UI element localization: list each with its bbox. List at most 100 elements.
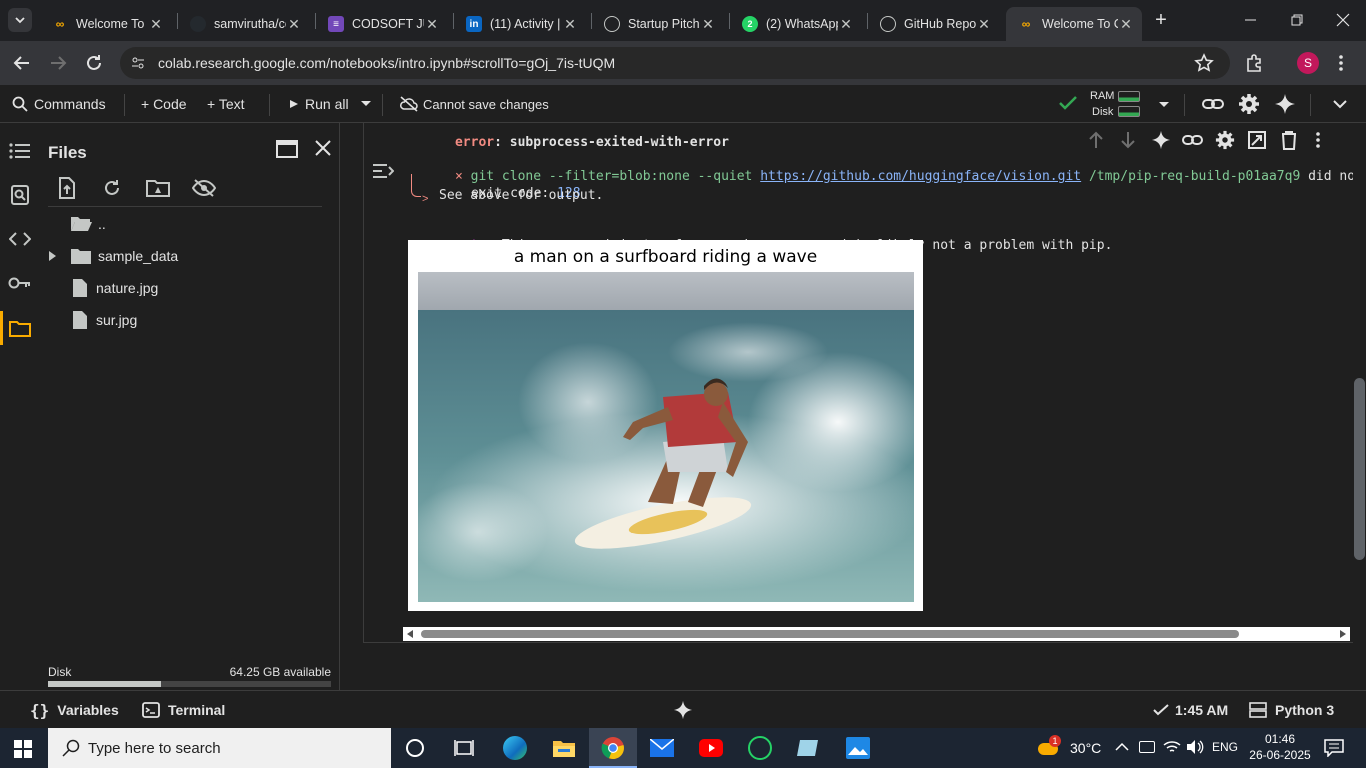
extensions-button[interactable] bbox=[1244, 53, 1264, 73]
action-center-button[interactable] bbox=[1324, 739, 1344, 757]
run-all-dropdown[interactable] bbox=[360, 85, 372, 123]
output-horizontal-scrollbar[interactable] bbox=[403, 627, 1350, 641]
browser-tab[interactable]: ∞ Welcome To Colab ✕ bbox=[40, 7, 172, 41]
volume-icon[interactable] bbox=[1186, 739, 1204, 755]
collapse-header-button[interactable] bbox=[1332, 99, 1348, 109]
link-icon[interactable] bbox=[1182, 132, 1204, 148]
browser-tab[interactable]: ≡ CODSOFT JUNE ✕ bbox=[316, 7, 448, 41]
edge-taskbar-icon[interactable] bbox=[503, 736, 527, 760]
upload-file-button[interactable] bbox=[58, 177, 76, 199]
variables-button[interactable]: {} Variables bbox=[30, 691, 119, 729]
close-icon[interactable]: ✕ bbox=[1118, 16, 1134, 32]
output-actions-button[interactable] bbox=[372, 161, 394, 181]
new-tab-button[interactable]: + bbox=[1150, 10, 1172, 32]
share-link-button[interactable] bbox=[1201, 94, 1225, 114]
gemini-button[interactable] bbox=[1274, 93, 1296, 115]
runtime-type-button[interactable]: Python 3 bbox=[1249, 691, 1334, 729]
mount-drive-button[interactable] bbox=[146, 178, 170, 198]
gear-icon[interactable] bbox=[1215, 130, 1235, 150]
minimize-button[interactable] bbox=[1240, 10, 1262, 30]
tab-search-button[interactable] bbox=[8, 8, 32, 32]
close-icon[interactable]: ✕ bbox=[148, 16, 164, 32]
chrome-taskbar-icon-active[interactable] bbox=[589, 728, 637, 768]
file-item-folder[interactable]: sample_data bbox=[48, 245, 178, 267]
whatsapp-taskbar-icon[interactable] bbox=[748, 736, 772, 760]
bookmark-star-button[interactable] bbox=[1194, 53, 1214, 73]
move-up-icon[interactable] bbox=[1088, 131, 1104, 149]
resource-monitor[interactable]: RAM Disk bbox=[1090, 89, 1140, 119]
code-cell[interactable]: error: subprocess-exited-with-error × gi… bbox=[363, 123, 1353, 643]
browser-tab[interactable]: in (11) Activity | LinkedIn ✕ bbox=[454, 7, 586, 41]
close-icon[interactable]: ✕ bbox=[838, 16, 854, 32]
close-icon[interactable]: ✕ bbox=[424, 16, 440, 32]
open-in-tab-button[interactable] bbox=[276, 140, 298, 158]
cannot-save-indicator[interactable]: Cannot save changes bbox=[399, 85, 549, 123]
scrollbar-thumb[interactable] bbox=[421, 630, 1239, 638]
app-taskbar-icon[interactable] bbox=[797, 738, 821, 758]
code-snippets-button[interactable] bbox=[8, 227, 32, 251]
url-field[interactable]: colab.research.google.com/notebooks/intr… bbox=[120, 47, 1230, 79]
move-down-icon[interactable] bbox=[1120, 131, 1136, 149]
scrollbar-thumb[interactable] bbox=[1354, 378, 1365, 560]
close-icon[interactable]: ✕ bbox=[700, 16, 716, 32]
file-item-parent[interactable]: .. bbox=[70, 213, 106, 235]
photos-taskbar-icon[interactable] bbox=[846, 737, 870, 759]
scroll-left-icon[interactable] bbox=[406, 630, 414, 638]
site-info-icon[interactable] bbox=[130, 55, 146, 71]
show-hidden-icons-button[interactable] bbox=[1115, 742, 1129, 752]
browser-tab[interactable]: GitHub Repo ✕ bbox=[868, 7, 1000, 41]
terminal-button[interactable]: Terminal bbox=[142, 691, 225, 729]
browser-tab[interactable]: Startup Pitch ✕ bbox=[592, 7, 724, 41]
profile-avatar[interactable]: S bbox=[1297, 52, 1319, 74]
restore-button[interactable] bbox=[1286, 10, 1308, 30]
files-button[interactable] bbox=[8, 316, 32, 340]
browser-tab[interactable]: samvirutha/codsoft ✕ bbox=[178, 7, 310, 41]
close-icon[interactable]: ✕ bbox=[562, 16, 578, 32]
browser-menu-button[interactable] bbox=[1338, 53, 1344, 73]
scroll-right-icon[interactable] bbox=[1339, 630, 1347, 638]
commands-button[interactable]: Commands bbox=[12, 85, 106, 123]
runtime-dropdown[interactable] bbox=[1158, 101, 1170, 109]
add-text-cell-button[interactable]: + Text bbox=[207, 85, 245, 123]
mail-taskbar-icon[interactable] bbox=[650, 739, 674, 757]
cortana-button[interactable] bbox=[406, 739, 424, 757]
add-code-cell-button[interactable]: + Code bbox=[141, 85, 187, 123]
weather-widget[interactable]: 1 30°C bbox=[1038, 734, 1101, 762]
sparkle-icon[interactable] bbox=[1151, 130, 1171, 150]
mirror-cell-icon[interactable] bbox=[1247, 130, 1267, 150]
find-button[interactable] bbox=[8, 183, 32, 207]
kebab-menu-icon[interactable] bbox=[1315, 130, 1321, 150]
close-panel-button[interactable] bbox=[314, 139, 332, 157]
git-url-link[interactable]: https://github.com/huggingface/vision.gi… bbox=[760, 169, 1081, 184]
wifi-icon[interactable] bbox=[1163, 739, 1181, 755]
taskbar-search-box[interactable]: Type here to search bbox=[48, 728, 391, 768]
refresh-files-button[interactable] bbox=[102, 178, 122, 198]
language-indicator[interactable]: ENG bbox=[1212, 740, 1238, 754]
puzzle-icon bbox=[1247, 54, 1261, 72]
task-view-button[interactable] bbox=[454, 739, 474, 757]
back-button[interactable] bbox=[10, 51, 34, 75]
file-explorer-taskbar-icon[interactable] bbox=[552, 738, 576, 758]
notebook-vertical-scrollbar[interactable] bbox=[1353, 123, 1366, 690]
clock[interactable]: 01:46 26-06-2025 bbox=[1246, 731, 1314, 763]
delete-icon[interactable] bbox=[1280, 130, 1298, 150]
browser-tab[interactable]: 2 (2) WhatsApp ✕ bbox=[730, 7, 862, 41]
settings-button[interactable] bbox=[1238, 93, 1260, 115]
youtube-taskbar-icon[interactable] bbox=[699, 739, 723, 757]
secrets-button[interactable] bbox=[8, 271, 32, 295]
run-all-button[interactable]: Run all bbox=[289, 85, 349, 123]
close-icon[interactable]: ✕ bbox=[976, 16, 992, 32]
close-icon[interactable]: ✕ bbox=[286, 16, 302, 32]
last-run-indicator[interactable]: 1:45 AM bbox=[1153, 691, 1228, 729]
file-item[interactable]: nature.jpg bbox=[72, 277, 158, 299]
reload-button[interactable] bbox=[82, 51, 106, 75]
forward-button[interactable] bbox=[46, 51, 70, 75]
table-of-contents-button[interactable] bbox=[8, 139, 32, 163]
battery-icon[interactable] bbox=[1139, 741, 1155, 753]
file-item[interactable]: sur.jpg bbox=[72, 309, 137, 331]
start-button[interactable] bbox=[14, 740, 32, 758]
gemini-status-button[interactable] bbox=[673, 700, 693, 720]
toggle-hidden-files-button[interactable] bbox=[192, 178, 216, 198]
browser-tab-active[interactable]: ∞ Welcome To Colab ✕ bbox=[1006, 7, 1142, 41]
window-close-button[interactable] bbox=[1332, 10, 1354, 30]
